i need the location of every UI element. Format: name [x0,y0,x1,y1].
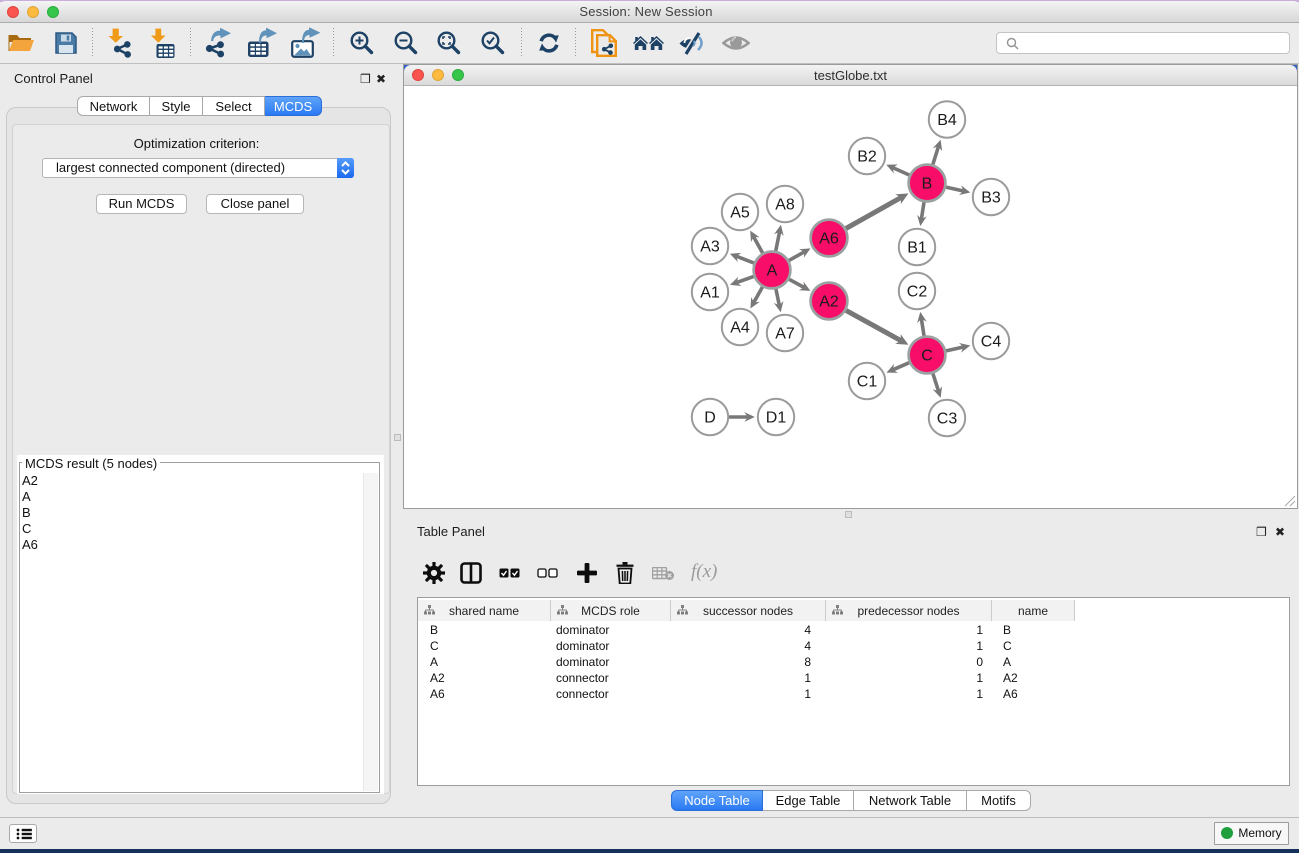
svg-text:B3: B3 [981,190,1001,207]
svg-text:A7: A7 [775,326,795,343]
svg-text:A1: A1 [700,285,720,302]
svg-text:C3: C3 [937,411,958,428]
svg-text:B: B [922,176,933,193]
svg-text:C2: C2 [907,284,928,301]
svg-text:A2: A2 [819,294,839,311]
svg-text:B1: B1 [907,240,927,257]
svg-text:A4: A4 [730,320,750,337]
svg-text:D1: D1 [766,410,787,427]
svg-text:C4: C4 [981,334,1002,351]
svg-text:A3: A3 [700,239,720,256]
svg-text:D: D [704,410,716,427]
svg-text:A5: A5 [730,205,750,222]
svg-text:C: C [921,348,933,365]
svg-text:A8: A8 [775,197,795,214]
svg-text:A6: A6 [819,231,839,248]
svg-text:C1: C1 [857,374,878,391]
svg-text:B2: B2 [857,149,877,166]
svg-text:A: A [767,263,778,280]
svg-text:B4: B4 [937,112,957,129]
